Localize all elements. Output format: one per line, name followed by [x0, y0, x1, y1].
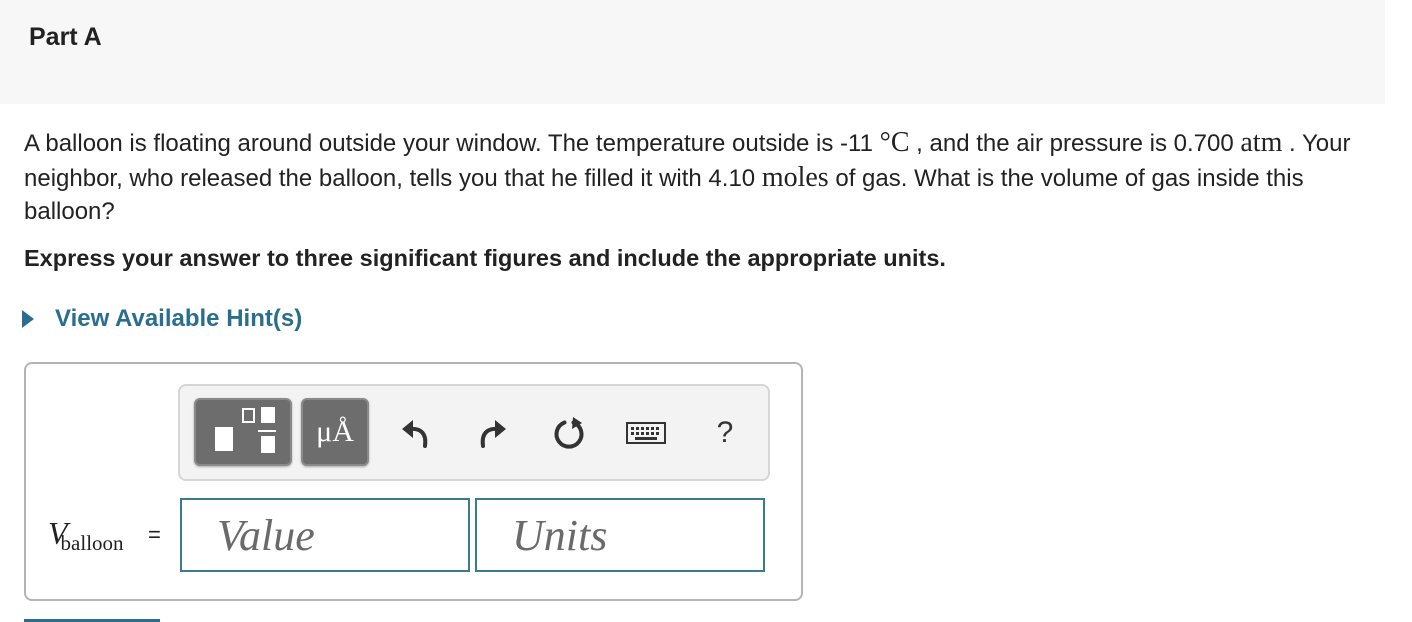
units-button[interactable]: μÅ [301, 398, 369, 466]
problem-text-2: , and the air pressure is 0.700 [909, 130, 1241, 157]
problem-text: A balloon is floating around outside you… [24, 126, 1399, 229]
answer-instruction: Express your answer to three significant… [24, 245, 946, 271]
unit-celsius: °C [879, 127, 910, 158]
units-button-label: μÅ [316, 415, 354, 448]
equals-sign: = [148, 522, 161, 547]
part-header: Part A [0, 0, 1385, 104]
value-input[interactable] [180, 498, 470, 572]
view-hints-label: View Available Hint(s) [55, 305, 303, 332]
template-icon [215, 407, 276, 453]
reset-button[interactable] [549, 413, 589, 453]
redo-icon [480, 420, 506, 448]
variable-subscript: balloon [60, 531, 124, 555]
unit-moles: moles [761, 161, 829, 193]
math-toolbar: μÅ ? [178, 384, 770, 481]
problem-text-1: A balloon is floating around outside you… [24, 130, 880, 157]
reset-icon [554, 417, 584, 449]
units-input[interactable] [475, 498, 765, 572]
undo-button[interactable] [396, 413, 436, 453]
view-hints-link[interactable]: View Available Hint(s) [22, 305, 302, 333]
help-button[interactable]: ? [705, 413, 745, 453]
expand-triangle-icon [22, 310, 34, 328]
redo-button[interactable] [472, 413, 512, 453]
template-button[interactable] [194, 398, 292, 466]
unit-atm: atm [1240, 127, 1283, 158]
help-icon: ? [716, 416, 734, 449]
part-title: Part A [29, 23, 102, 51]
answer-variable: Vballoon [48, 515, 124, 555]
keyboard-icon [626, 422, 666, 444]
keyboard-button[interactable] [624, 413, 668, 453]
undo-icon [402, 420, 428, 448]
